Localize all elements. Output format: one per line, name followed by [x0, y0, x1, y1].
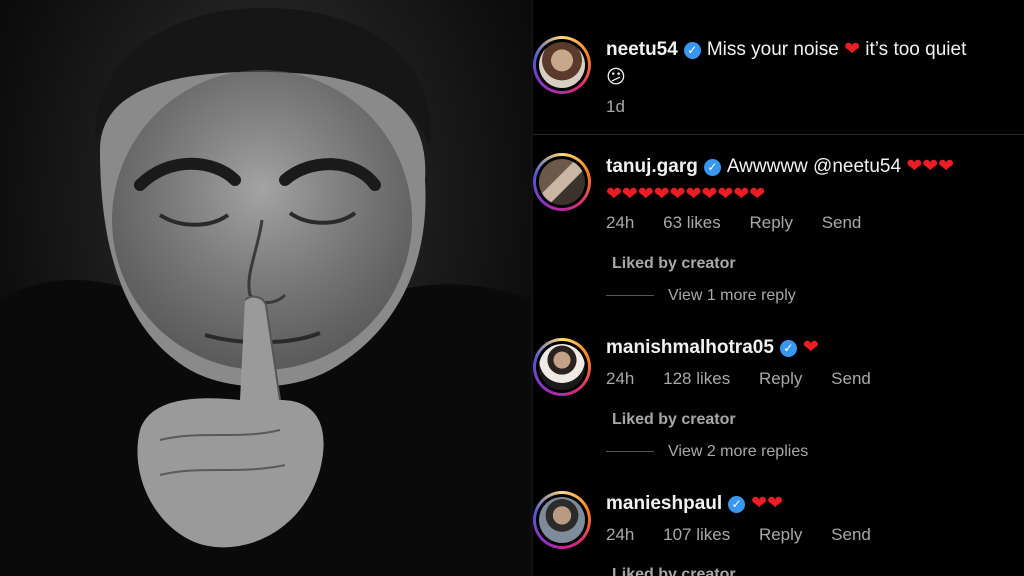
send-button[interactable]: Send — [822, 213, 862, 232]
likes-count[interactable]: 63 likes — [663, 213, 721, 232]
comment-meta: 24h 63 likes Reply Send — [606, 213, 885, 233]
divider-line — [606, 295, 654, 297]
comment-meta: 24h 107 likes Reply Send — [606, 525, 895, 545]
view-more-label: View 2 more replies — [668, 443, 809, 460]
comment-neetu54: neetu54 ✓ Miss your noise ❤ it’s too quiet… — [606, 36, 1016, 92]
send-button[interactable]: Send — [831, 369, 871, 388]
verified-badge-icon: ✓ — [728, 496, 746, 513]
divider-line — [606, 451, 654, 453]
view-more-replies-button[interactable]: View 1 more reply — [606, 287, 796, 305]
avatar-tanuj-garg[interactable] — [533, 153, 591, 211]
post-photo — [0, 0, 531, 576]
comment-time: 1d — [606, 97, 625, 116]
heart-emoji: ❤ — [844, 39, 861, 60]
avatar-manishmalhotra05[interactable] — [533, 338, 591, 396]
comment-body-continued: it’s too quiet — [865, 39, 967, 60]
username-neetu54[interactable]: neetu54 — [606, 39, 678, 60]
verified-badge-icon: ✓ — [683, 42, 701, 59]
liked-by-creator: Liked by creator — [612, 255, 736, 272]
send-button[interactable]: Send — [831, 525, 871, 544]
reply-button[interactable]: Reply — [759, 369, 802, 388]
avatar-neetu54[interactable] — [533, 36, 591, 94]
hearts-emoji-line2: ❤❤❤❤❤❤❤❤❤❤ — [606, 184, 766, 205]
view-more-replies-button[interactable]: View 2 more replies — [606, 443, 808, 461]
comment-time: 24h — [606, 369, 635, 388]
avatar-manieshpaul[interactable] — [533, 491, 591, 549]
portrait-illustration — [0, 7, 531, 576]
username-manishmalhotra05[interactable]: manishmalhotra05 — [606, 337, 774, 358]
liked-by-creator: Liked by creator — [612, 411, 736, 428]
comment-meta: 24h 128 likes Reply Send — [606, 369, 895, 389]
liked-by-creator: Liked by creator — [612, 566, 736, 576]
username-tanuj-garg[interactable]: tanuj.garg — [606, 156, 698, 177]
username-manieshpaul[interactable]: manieshpaul — [606, 493, 722, 514]
likes-count[interactable]: 107 likes — [663, 525, 730, 544]
reply-button[interactable]: Reply — [759, 525, 802, 544]
comment-body: Miss your noise — [706, 39, 839, 60]
comment-time: 24h — [606, 213, 635, 232]
hearts-emoji: ❤❤ — [751, 493, 783, 514]
view-more-label: View 1 more reply — [668, 287, 796, 304]
hearts-emoji: ❤❤❤ — [906, 156, 955, 177]
comment-meta: 1d — [606, 97, 649, 117]
comments-panel: neetu54 ✓ Miss your noise ❤ it’s too quiet… — [533, 0, 1024, 576]
comment-time: 24h — [606, 525, 635, 544]
confused-emoji: 😕 — [606, 67, 626, 88]
comment-manishmalhotra05: manishmalhotra05 ✓ ❤ — [606, 334, 1016, 362]
verified-badge-icon: ✓ — [779, 340, 797, 357]
caption-separator — [533, 134, 1024, 135]
comment-manieshpaul: manieshpaul ✓ ❤❤ — [606, 490, 1016, 518]
reply-button[interactable]: Reply — [749, 213, 792, 232]
comment-body: Awwwww @neetu54 — [726, 156, 902, 177]
heart-emoji: ❤ — [802, 337, 819, 358]
verified-badge-icon: ✓ — [703, 159, 721, 176]
likes-count[interactable]: 128 likes — [663, 369, 730, 388]
comment-tanuj-garg: tanuj.garg ✓ Awwwww @neetu54 ❤❤❤ ❤❤❤❤❤❤❤❤❤… — [606, 153, 1016, 209]
